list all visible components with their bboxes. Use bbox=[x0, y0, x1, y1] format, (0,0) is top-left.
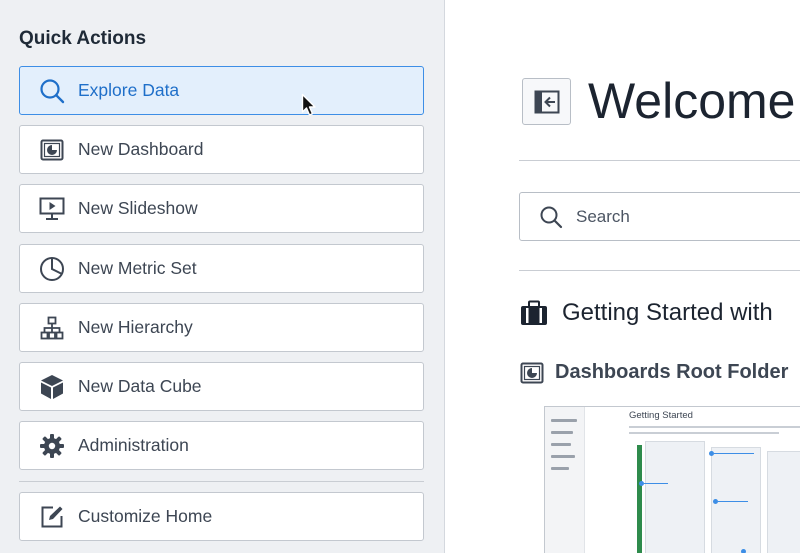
dashboard-icon bbox=[520, 362, 544, 383]
thumbnail-title: Getting Started bbox=[629, 410, 693, 421]
thumbnail-sidebar bbox=[545, 407, 585, 553]
title-divider bbox=[519, 160, 800, 161]
dashboards-root-folder-label: Dashboards Root Folder bbox=[555, 361, 789, 383]
new-hierarchy-button[interactable]: New Hierarchy bbox=[19, 303, 424, 352]
thumbnail-green-bar bbox=[637, 445, 642, 553]
new-slideshow-button[interactable]: New Slideshow bbox=[19, 184, 424, 233]
collapse-sidebar-button[interactable] bbox=[522, 78, 571, 125]
dashboard-icon bbox=[20, 139, 78, 161]
search-icon bbox=[20, 78, 78, 104]
new-metric-set-button[interactable]: New Metric Set bbox=[19, 244, 424, 293]
administration-button[interactable]: Administration bbox=[19, 421, 424, 470]
search-input[interactable]: Search bbox=[519, 192, 800, 241]
customize-home-label: Customize Home bbox=[78, 506, 213, 526]
pie-chart-icon bbox=[20, 256, 78, 282]
new-data-cube-label: New Data Cube bbox=[78, 376, 202, 396]
getting-started-heading: Getting Started with bbox=[520, 299, 773, 327]
main-content: Welcome Search Getting Started with Dash… bbox=[446, 0, 800, 553]
quick-actions-title: Quick Actions bbox=[19, 28, 147, 49]
new-metric-set-label: New Metric Set bbox=[78, 258, 197, 278]
search-icon bbox=[520, 205, 576, 229]
explore-data-label: Explore Data bbox=[78, 80, 180, 100]
page-title: Welcome bbox=[588, 73, 796, 129]
briefcase-icon bbox=[521, 300, 547, 325]
hierarchy-icon bbox=[20, 316, 78, 340]
explore-data-button[interactable]: Explore Data bbox=[19, 66, 424, 115]
quick-actions-sidebar: Quick Actions Explore Data New Dashboard… bbox=[0, 0, 445, 553]
dashboards-root-folder-link[interactable]: Dashboards Root Folder bbox=[520, 361, 788, 384]
mouse-cursor-icon bbox=[301, 93, 317, 122]
cube-icon bbox=[20, 374, 78, 400]
new-hierarchy-label: New Hierarchy bbox=[78, 317, 193, 337]
new-data-cube-button[interactable]: New Data Cube bbox=[19, 362, 424, 411]
gear-icon bbox=[20, 433, 78, 459]
collapse-panel-icon bbox=[534, 90, 559, 113]
edit-icon bbox=[20, 505, 78, 529]
getting-started-label: Getting Started with bbox=[562, 299, 773, 326]
new-slideshow-label: New Slideshow bbox=[78, 198, 198, 218]
search-placeholder: Search bbox=[576, 206, 630, 226]
new-dashboard-button[interactable]: New Dashboard bbox=[19, 125, 424, 174]
sidebar-divider bbox=[19, 481, 424, 482]
slideshow-icon bbox=[20, 197, 78, 221]
administration-label: Administration bbox=[78, 435, 189, 455]
customize-home-button[interactable]: Customize Home bbox=[19, 492, 424, 541]
dashboard-thumbnail[interactable]: Getting Started bbox=[544, 406, 800, 553]
new-dashboard-label: New Dashboard bbox=[78, 139, 204, 159]
search-divider bbox=[519, 270, 800, 271]
